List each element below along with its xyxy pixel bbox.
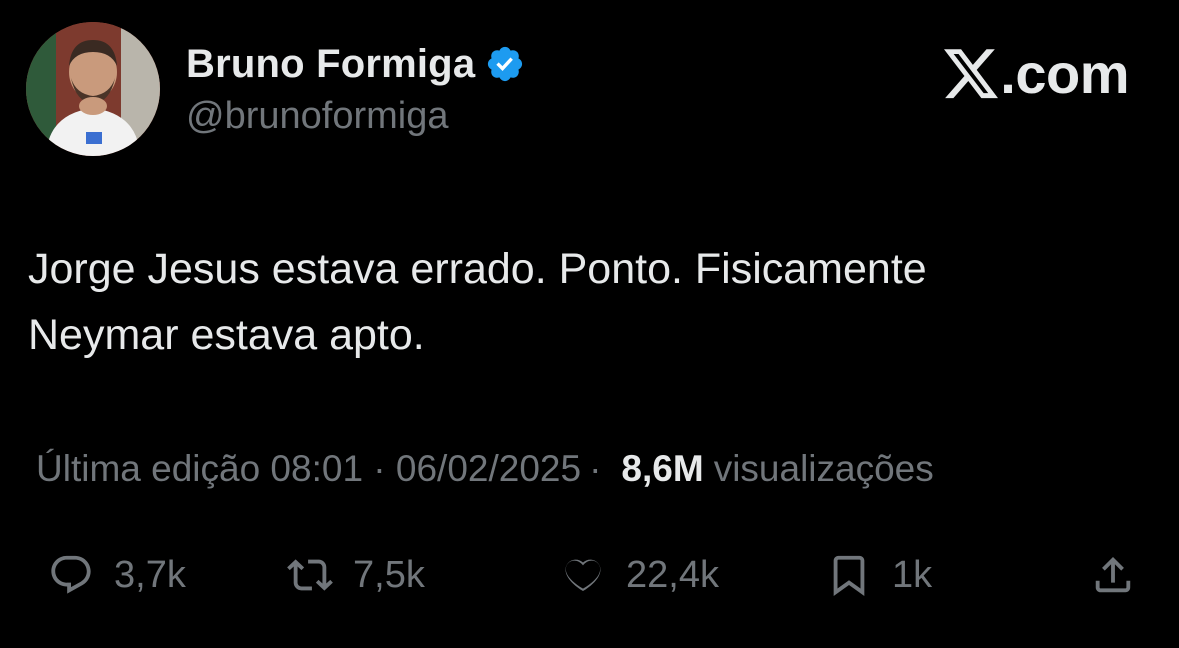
author-display-name[interactable]: Bruno Formiga <box>186 42 475 87</box>
x-logo-icon <box>944 49 999 99</box>
like-button[interactable]: 22,4k <box>560 540 719 610</box>
tweet-metadata: Última edição 08:01 · 06/02/2025 · 8,6M … <box>36 448 934 490</box>
brand-domain-text: .com <box>1000 42 1129 105</box>
views-count: 8,6M <box>621 448 704 489</box>
repost-icon <box>287 559 333 591</box>
tweet-action-bar: 3,7k 7,5k 22,4k 1k <box>0 540 1179 610</box>
meta-separator: · <box>589 448 602 489</box>
reply-icon <box>51 555 91 594</box>
repost-count: 7,5k <box>353 553 425 596</box>
author-handle[interactable]: @brunoformiga <box>186 95 448 138</box>
reply-button[interactable]: 3,7k <box>48 540 186 610</box>
heart-icon <box>565 559 601 592</box>
reply-count: 3,7k <box>114 553 186 596</box>
edited-timestamp[interactable]: Última edição 08:01 · 06/02/2025 <box>36 448 581 490</box>
verified-badge-icon <box>488 46 523 82</box>
x-brand-watermark: .com <box>944 46 1129 102</box>
like-count: 22,4k <box>626 553 719 596</box>
bookmark-count: 1k <box>892 553 933 596</box>
views-label: visualizações <box>713 448 934 489</box>
repost-button[interactable]: 7,5k <box>287 540 425 610</box>
bookmark-button[interactable]: 1k <box>826 540 932 610</box>
share-button[interactable] <box>1090 540 1136 610</box>
bookmark-icon <box>833 555 865 596</box>
author-avatar[interactable] <box>26 22 160 156</box>
avatar-photo <box>26 22 160 156</box>
tweet-text: Jorge Jesus estava errado. Ponto. Fisica… <box>28 245 927 359</box>
share-icon <box>1095 556 1131 593</box>
